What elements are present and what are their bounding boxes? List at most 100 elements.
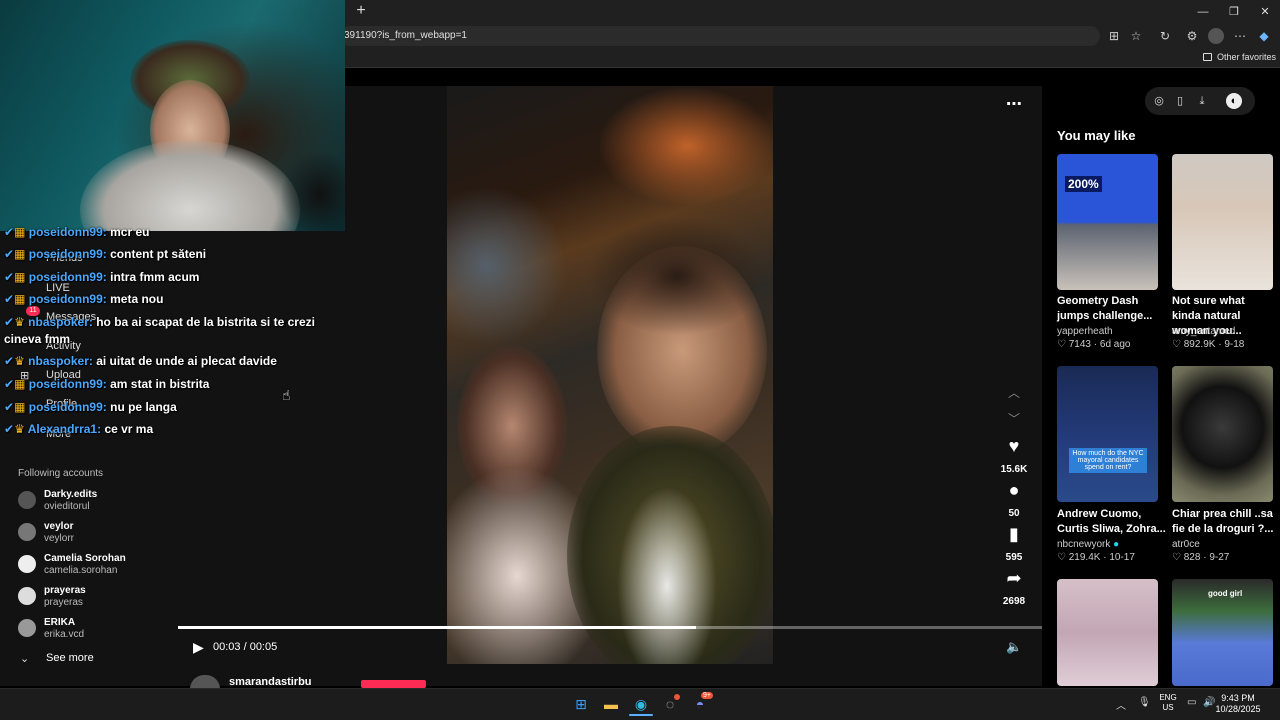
check-badge-icon: ✔ <box>4 400 15 414</box>
avatar[interactable] <box>18 587 36 605</box>
next-video-arrow-icon[interactable]: ﹀ <box>1008 410 1020 427</box>
chat-message: ✔▦ poseidonn99: intra fmm acum <box>4 270 199 284</box>
chat-text: cineva fmm <box>4 332 71 346</box>
chat-username: nbaspoker: <box>28 354 93 368</box>
copilot-icon[interactable]: ◆ <box>1256 28 1272 44</box>
recommendation-date: 10-17 <box>1109 552 1135 563</box>
account-name[interactable]: ERIKA <box>44 617 75 628</box>
restore-button[interactable]: ❐ <box>1222 3 1246 21</box>
volume-icon[interactable]: 🔈 <box>1006 639 1022 655</box>
download-icon[interactable]: ⤓ <box>1194 93 1210 109</box>
recommendation-thumbnail[interactable] <box>1172 154 1273 290</box>
recommendation-thumbnail[interactable]: 200% <box>1057 154 1158 290</box>
phone-icon[interactable]: ▯ <box>1172 93 1188 109</box>
video-frame[interactable] <box>447 86 773 664</box>
verified-badge-icon: ● <box>1113 539 1120 550</box>
profile-avatar-icon[interactable] <box>1208 28 1224 44</box>
refresh-icon[interactable]: ↻ <box>1157 28 1173 44</box>
check-badge-icon: ✔ <box>4 270 15 284</box>
chat-text: content pt săteni <box>110 247 207 261</box>
thumb-caption: 200% <box>1065 176 1102 192</box>
tray-chevron-up-icon[interactable]: ︿ <box>1116 697 1126 712</box>
recommendation-title[interactable]: Andrew Cuomo, Curtis Sliwa, Zohra... <box>1057 507 1169 537</box>
recommendation-author[interactable]: atr0ce <box>1172 539 1200 550</box>
progress-fill <box>178 626 696 629</box>
bookmark-icon[interactable]: ▮ <box>1004 524 1024 545</box>
sub-badge-icon: ▦ <box>14 292 26 306</box>
close-window-button[interactable]: ✕ <box>1253 3 1277 21</box>
recommendation-author-name[interactable]: nbcnewyork <box>1057 539 1110 550</box>
extensions-icon[interactable]: ⚙ <box>1184 28 1200 44</box>
chat-message: ✔♛ nbaspoker: ai uitat de unde ai plecat… <box>4 354 277 368</box>
chat-username: poseidonn99: <box>28 377 107 391</box>
more-options-icon[interactable]: ⋯ <box>1006 94 1022 114</box>
like-count: 15.6K <box>1000 464 1028 475</box>
compass-icon[interactable]: ◎ <box>1151 93 1167 109</box>
avatar[interactable] <box>18 619 36 637</box>
account-name[interactable]: prayeras <box>44 585 86 596</box>
folder-icon <box>1203 53 1212 61</box>
sub-badge-icon: ▦ <box>14 270 26 284</box>
account-handle: erika.vcd <box>44 629 85 640</box>
check-badge-icon: ✔ <box>4 247 15 261</box>
recommendation-likes: 828 <box>1183 552 1201 563</box>
recommendation-thumbnail[interactable]: How much do the NYC mayoral candidates s… <box>1057 366 1158 502</box>
recommendation-meta: ♡ 892.9K · 9-18 <box>1172 339 1245 350</box>
account-handle: ovieditorul <box>44 501 90 512</box>
recommendation-thumbnail[interactable] <box>1057 579 1158 686</box>
chat-text: meta nou <box>110 292 164 306</box>
author-username[interactable]: smarandastirbu <box>229 676 312 688</box>
mouse-cursor-icon: ☝ <box>282 387 291 403</box>
comment-count: 50 <box>1008 508 1020 519</box>
recommendation-thumbnail[interactable]: good girl <box>1172 579 1273 686</box>
recommendation-author[interactable]: amy_untamed <box>1172 326 1235 337</box>
minimize-button[interactable]: — <box>1191 3 1215 21</box>
other-favorites-link[interactable]: Other favorites <box>1217 52 1276 62</box>
browser-menu-icon[interactable]: ⋯ <box>1232 28 1248 44</box>
dark-mode-toggle-icon[interactable]: ◐ <box>1226 93 1242 109</box>
see-more-button[interactable]: See more <box>46 652 94 664</box>
file-explorer-icon[interactable]: ▬ <box>601 694 621 714</box>
share-arrow-icon[interactable]: ➦ <box>1004 568 1024 589</box>
network-icon[interactable]: ▭ <box>1187 697 1196 708</box>
recommendation-meta: ♡ 828 · 9-27 <box>1172 552 1230 563</box>
account-name[interactable]: Camelia Sorohan <box>44 553 126 564</box>
comment-icon[interactable]: ● <box>1004 480 1024 501</box>
edge-browser-icon[interactable]: ◉ <box>631 694 651 714</box>
windows-start-icon[interactable]: ⊞ <box>571 694 591 714</box>
avatar[interactable] <box>18 555 36 573</box>
check-badge-icon: ✔ <box>4 354 15 368</box>
heart-icon[interactable]: ♥ <box>1004 436 1024 457</box>
region-code: US <box>1162 703 1174 712</box>
check-badge-icon: ✔ <box>4 292 15 306</box>
timecode: 00:03 / 00:05 <box>213 641 278 653</box>
recommendation-meta: ♡ 7143 · 6d ago <box>1057 339 1131 350</box>
recommendation-title[interactable]: Chiar prea chill ..sa fie de la droguri … <box>1172 507 1274 537</box>
recommendation-author[interactable]: yapperheath <box>1057 326 1113 337</box>
follow-button[interactable] <box>361 680 426 688</box>
previous-video-arrow-icon[interactable]: ︿ <box>1008 384 1020 401</box>
language-indicator[interactable]: ENG US <box>1158 693 1178 713</box>
account-name[interactable]: veylor <box>44 521 73 532</box>
recommendation-title[interactable]: Geometry Dash jumps challenge... <box>1057 294 1169 324</box>
recommendation-date: 9-27 <box>1209 552 1230 563</box>
favorite-star-icon[interactable]: ☆ <box>1128 28 1144 44</box>
microphone-icon[interactable]: 🎙 <box>1138 697 1151 708</box>
check-badge-icon: ✔ <box>4 225 15 239</box>
recommendation-thumbnail[interactable] <box>1172 366 1273 502</box>
new-tab-button[interactable]: + <box>352 2 370 20</box>
chat-username: poseidonn99: <box>28 270 107 284</box>
crown-icon: ♛ <box>14 422 25 436</box>
recommendation-author[interactable]: nbcnewyork ● <box>1057 539 1119 550</box>
chat-username: poseidonn99: <box>28 247 107 261</box>
avatar[interactable] <box>18 491 36 509</box>
check-badge-icon: ✔ <box>4 422 15 436</box>
chat-message: ✔♛ Alexandrra1: ce vr ma <box>4 422 153 436</box>
chat-text: ai uitat de unde ai plecat davide <box>96 354 277 368</box>
play-icon[interactable]: ▶ <box>193 639 204 656</box>
chat-username: nbaspoker: <box>28 315 93 329</box>
app-available-icon[interactable]: ⊞ <box>1106 28 1122 44</box>
avatar[interactable] <box>18 523 36 541</box>
system-clock[interactable]: 9:43 PM 10/28/2025 <box>1210 693 1266 715</box>
account-name[interactable]: Darky.edits <box>44 489 97 500</box>
